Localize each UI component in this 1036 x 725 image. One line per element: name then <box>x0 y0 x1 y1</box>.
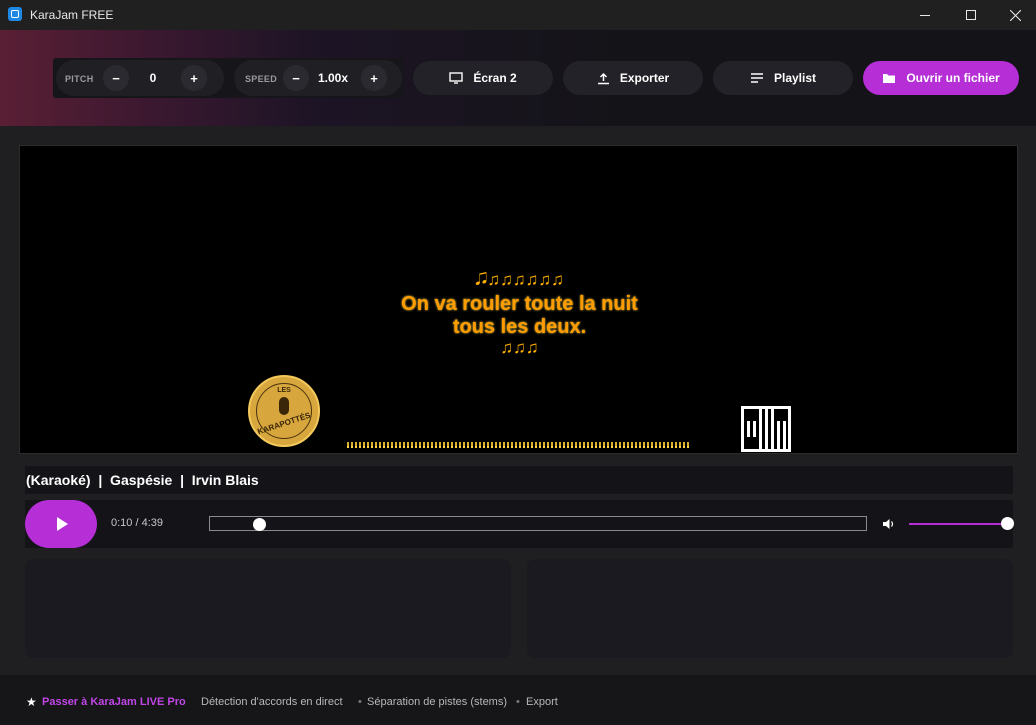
audio-level-bar <box>347 442 689 448</box>
upgrade-pro-link[interactable]: Passer à KaraJam LIVE Pro <box>42 696 186 708</box>
footer-separator: • <box>358 696 362 708</box>
maximize-icon <box>966 10 976 20</box>
music-notes-top: 🎜♫♫♫♫♫♫ <box>475 270 564 289</box>
pitch-control: PITCH − 0 + <box>56 60 224 96</box>
volume-icon[interactable] <box>882 517 896 531</box>
title-bar: KaraJam FREE <box>0 0 1036 30</box>
feature-chord-detection: Détection d'accords en direct <box>201 696 343 708</box>
qr-code <box>741 406 791 452</box>
pitch-decrease-button[interactable]: − <box>103 65 129 91</box>
playlist-button[interactable]: Playlist <box>713 61 853 95</box>
music-notes-bottom: ♫♫♫ <box>500 338 539 357</box>
window-title: KaraJam FREE <box>30 8 114 22</box>
player-controls: 0:10 / 4:39 <box>25 500 1014 548</box>
playback-time: 0:10 / 4:39 <box>111 517 163 529</box>
screen-button[interactable]: Écran 2 <box>413 61 553 95</box>
speed-label: SPEED <box>245 74 278 84</box>
minimize-button[interactable] <box>902 0 948 30</box>
play-button[interactable] <box>25 500 97 548</box>
pitch-label: PITCH <box>65 74 94 84</box>
monitor-icon <box>449 72 464 84</box>
speed-control: SPEED − 1.00x + <box>234 60 402 96</box>
song-info-bar: (Karaoké) | Gaspésie | Irvin Blais <box>25 466 1013 494</box>
karapottes-logo: LES KARAPOTTÉS <box>248 375 320 447</box>
volume-slider[interactable] <box>909 517 1014 530</box>
open-file-button-label: Ouvrir un fichier <box>906 71 1000 85</box>
feature-stem-separation: Séparation de pistes (stems) <box>367 696 508 708</box>
close-icon <box>1009 9 1021 21</box>
progress-thumb[interactable] <box>252 518 266 531</box>
playlist-button-label: Playlist <box>773 71 817 85</box>
speed-decrease-button[interactable]: − <box>283 65 309 91</box>
header-toolbar: PITCH − 0 + SPEED − 1.00x + Écran 2 Expo… <box>0 30 1036 126</box>
lyric-line-2: tous les deux. <box>452 316 587 338</box>
open-file-button[interactable]: Ouvrir un fichier <box>863 61 1019 95</box>
left-panel <box>25 559 511 658</box>
karaoke-display: 🎜♫♫♫♫♫♫ On va rouler toute la nuit tous … <box>19 145 1018 454</box>
lyric-line-1: On va rouler toute la nuit <box>401 293 638 315</box>
playlist-icon <box>750 73 763 83</box>
footer: ★ Passer à KaraJam LIVE Pro Détection d'… <box>0 675 1036 725</box>
footer-separator: • <box>516 696 520 708</box>
microphone-icon <box>279 397 289 415</box>
pitch-increase-button[interactable]: + <box>181 65 207 91</box>
screen-button-label: Écran 2 <box>473 71 517 85</box>
pitch-value: 0 <box>149 71 157 85</box>
close-button[interactable] <box>992 0 1036 30</box>
feature-export: Export <box>526 696 558 708</box>
volume-thumb[interactable] <box>1000 517 1014 530</box>
export-button[interactable]: Exporter <box>563 61 703 95</box>
speed-increase-button[interactable]: + <box>361 65 387 91</box>
maximize-button[interactable] <box>948 0 994 30</box>
progress-slider[interactable] <box>209 516 867 531</box>
star-icon: ★ <box>26 695 37 709</box>
play-icon <box>57 517 68 531</box>
logo-text-top: LES <box>277 387 291 394</box>
upload-icon <box>597 72 609 84</box>
right-panel <box>527 559 1013 658</box>
speed-value: 1.00x <box>317 71 349 85</box>
song-info: (Karaoké) | Gaspésie | Irvin Blais <box>26 472 259 488</box>
app-logo-icon <box>8 7 22 21</box>
export-button-label: Exporter <box>619 71 670 85</box>
folder-icon <box>883 73 896 83</box>
minimize-icon <box>920 14 930 16</box>
